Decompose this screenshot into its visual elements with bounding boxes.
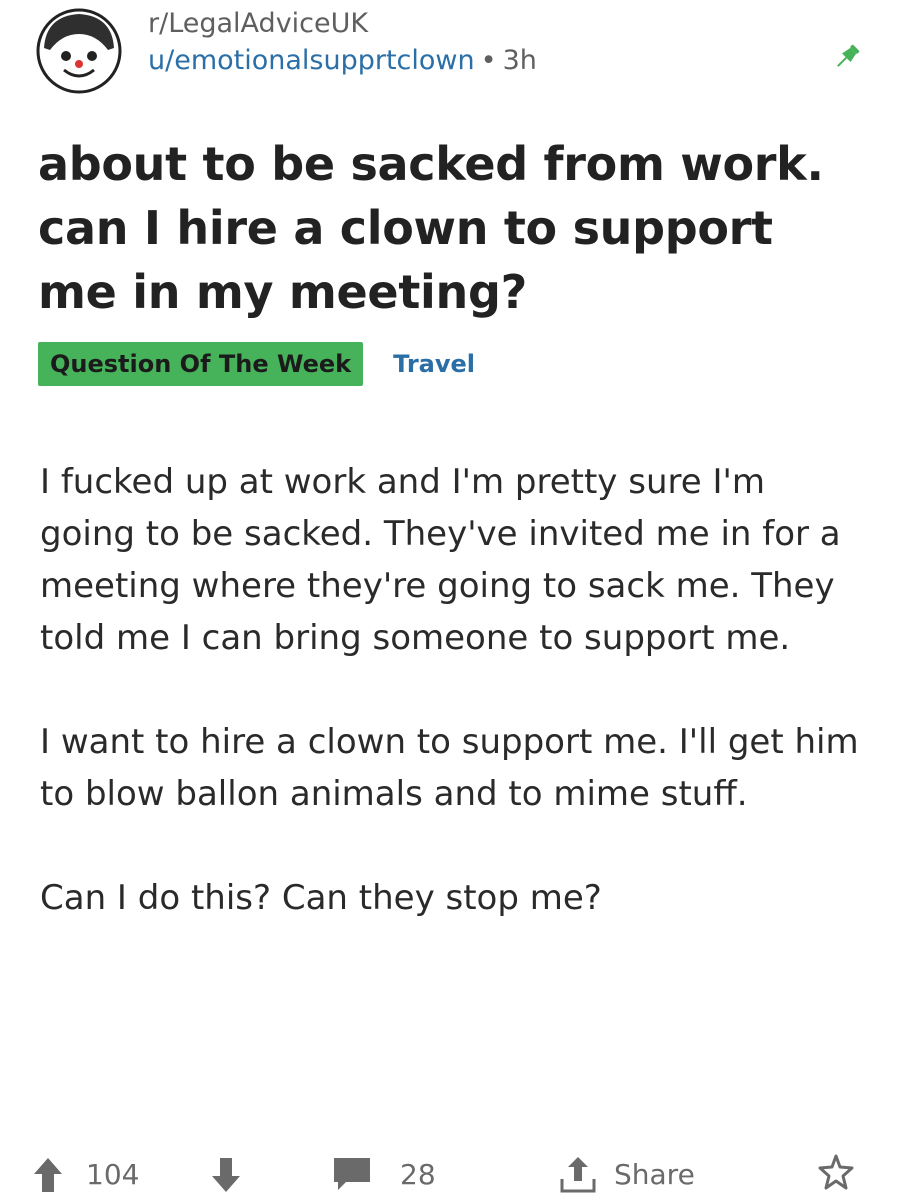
pin-icon	[830, 40, 864, 74]
flair-row: Question Of The Week Travel	[38, 342, 475, 386]
award-icon[interactable]	[814, 1148, 858, 1200]
post-time: 3h	[502, 45, 537, 76]
post-header: r/LegalAdviceUK u/emotionalsupprtclown • 3…	[36, 0, 864, 100]
post-title[interactable]: about to be sacked from work. can I hire…	[38, 132, 858, 324]
upvote-arrow-icon[interactable]	[30, 1148, 66, 1200]
body-paragraph: I fucked up at work and I'm pretty sure …	[40, 462, 841, 658]
user-line: u/emotionalsupprtclown • 3h	[148, 42, 537, 80]
post-meta: r/LegalAdviceUK u/emotionalsupprtclown • 3…	[148, 6, 537, 80]
flair-travel[interactable]: Travel	[393, 350, 475, 378]
body-paragraph: Can I do this? Can they stop me?	[40, 878, 602, 918]
subreddit-link[interactable]: r/LegalAdviceUK	[148, 6, 537, 42]
downvote-arrow-icon[interactable]	[208, 1148, 244, 1200]
meta-separator: •	[480, 45, 497, 76]
body-paragraph: I want to hire a clown to support me. I'…	[40, 722, 859, 814]
username-link[interactable]: u/emotionalsupprtclown	[148, 45, 475, 76]
vote-score: 104	[86, 1157, 140, 1191]
comment-bubble-icon[interactable]	[330, 1148, 374, 1200]
comment-count[interactable]: 28	[400, 1148, 436, 1200]
reddit-avatar-icon[interactable]	[36, 8, 122, 94]
post-body: I fucked up at work and I'm pretty sure …	[40, 456, 860, 976]
flair-question-of-the-week[interactable]: Question Of The Week	[38, 342, 364, 386]
share-label: Share	[614, 1157, 695, 1191]
post-actions-bar: 104 28 Share	[30, 1148, 870, 1200]
share-icon	[558, 1153, 598, 1195]
share-button[interactable]: Share	[558, 1148, 695, 1200]
